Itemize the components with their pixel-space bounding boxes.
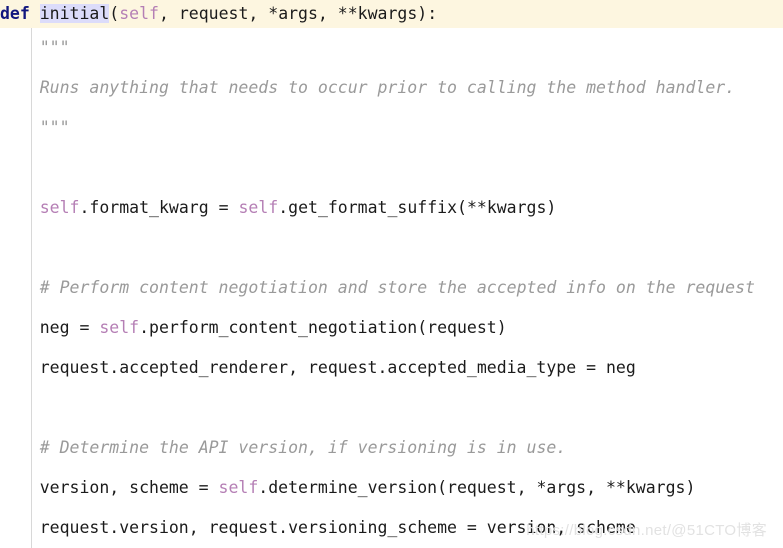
token-self: self xyxy=(39,198,80,217)
token-punct: ( xyxy=(109,4,120,23)
token-plain: version, scheme = xyxy=(0,478,219,497)
token-fn: initial xyxy=(39,4,110,23)
token-doc: """ xyxy=(39,38,70,57)
code-line-blank-2[interactable] xyxy=(0,228,783,268)
code-line-doc-close[interactable]: """ xyxy=(0,108,783,148)
code-line-comment-negotiation[interactable]: # Perform content negotiation and store … xyxy=(0,268,783,308)
code-line-accepted-assign[interactable]: request.accepted_renderer, request.accep… xyxy=(0,348,783,388)
token-punct: , request, *args, **kwargs): xyxy=(158,4,438,23)
code-line-signature[interactable]: def initial(self, request, *args, **kwar… xyxy=(0,0,783,28)
token-self: self xyxy=(218,478,259,497)
code-line-neg-assign[interactable]: neg = self.perform_content_negotiation(r… xyxy=(0,308,783,348)
code-line-blank-3[interactable] xyxy=(0,388,783,428)
token-plain: neg = xyxy=(0,318,100,337)
token-plain: .determine_version(request, *args, **kwa… xyxy=(258,478,696,497)
token-comment: # Determine the API version, if versioni… xyxy=(39,438,567,457)
token-plain: .get_format_suffix(**kwargs) xyxy=(278,198,557,217)
code-viewer[interactable]: def initial(self, request, *args, **kwar… xyxy=(0,0,783,548)
code-line-doc-open[interactable]: """ xyxy=(0,28,783,68)
code-line-list: def initial(self, request, *args, **kwar… xyxy=(0,0,783,548)
token-doc: """ xyxy=(39,118,70,137)
token-self: self xyxy=(119,4,159,23)
code-line-doc-body[interactable]: Runs anything that needs to occur prior … xyxy=(0,68,783,108)
token-plain: .format_kwarg = xyxy=(79,198,239,217)
token-self: self xyxy=(238,198,279,217)
token-doc: Runs anything that needs to occur prior … xyxy=(39,78,736,97)
code-line-format-kwarg[interactable]: self.format_kwarg = self.get_format_suff… xyxy=(0,188,783,228)
token-comment: # Perform content negotiation and store … xyxy=(39,278,755,297)
token-plain: .perform_content_negotiation(request) xyxy=(139,318,507,337)
token-kw: def xyxy=(0,4,30,23)
code-line-blank-1[interactable] xyxy=(0,148,783,188)
code-line-version-assign[interactable]: version, scheme = self.determine_version… xyxy=(0,468,783,508)
code-line-comment-version[interactable]: # Determine the API version, if versioni… xyxy=(0,428,783,468)
token-self: self xyxy=(99,318,140,337)
watermark-text: https://blog.csdn.net/@51CTO博客 xyxy=(526,522,767,539)
token-plain: request.accepted_renderer, request.accep… xyxy=(0,358,636,377)
